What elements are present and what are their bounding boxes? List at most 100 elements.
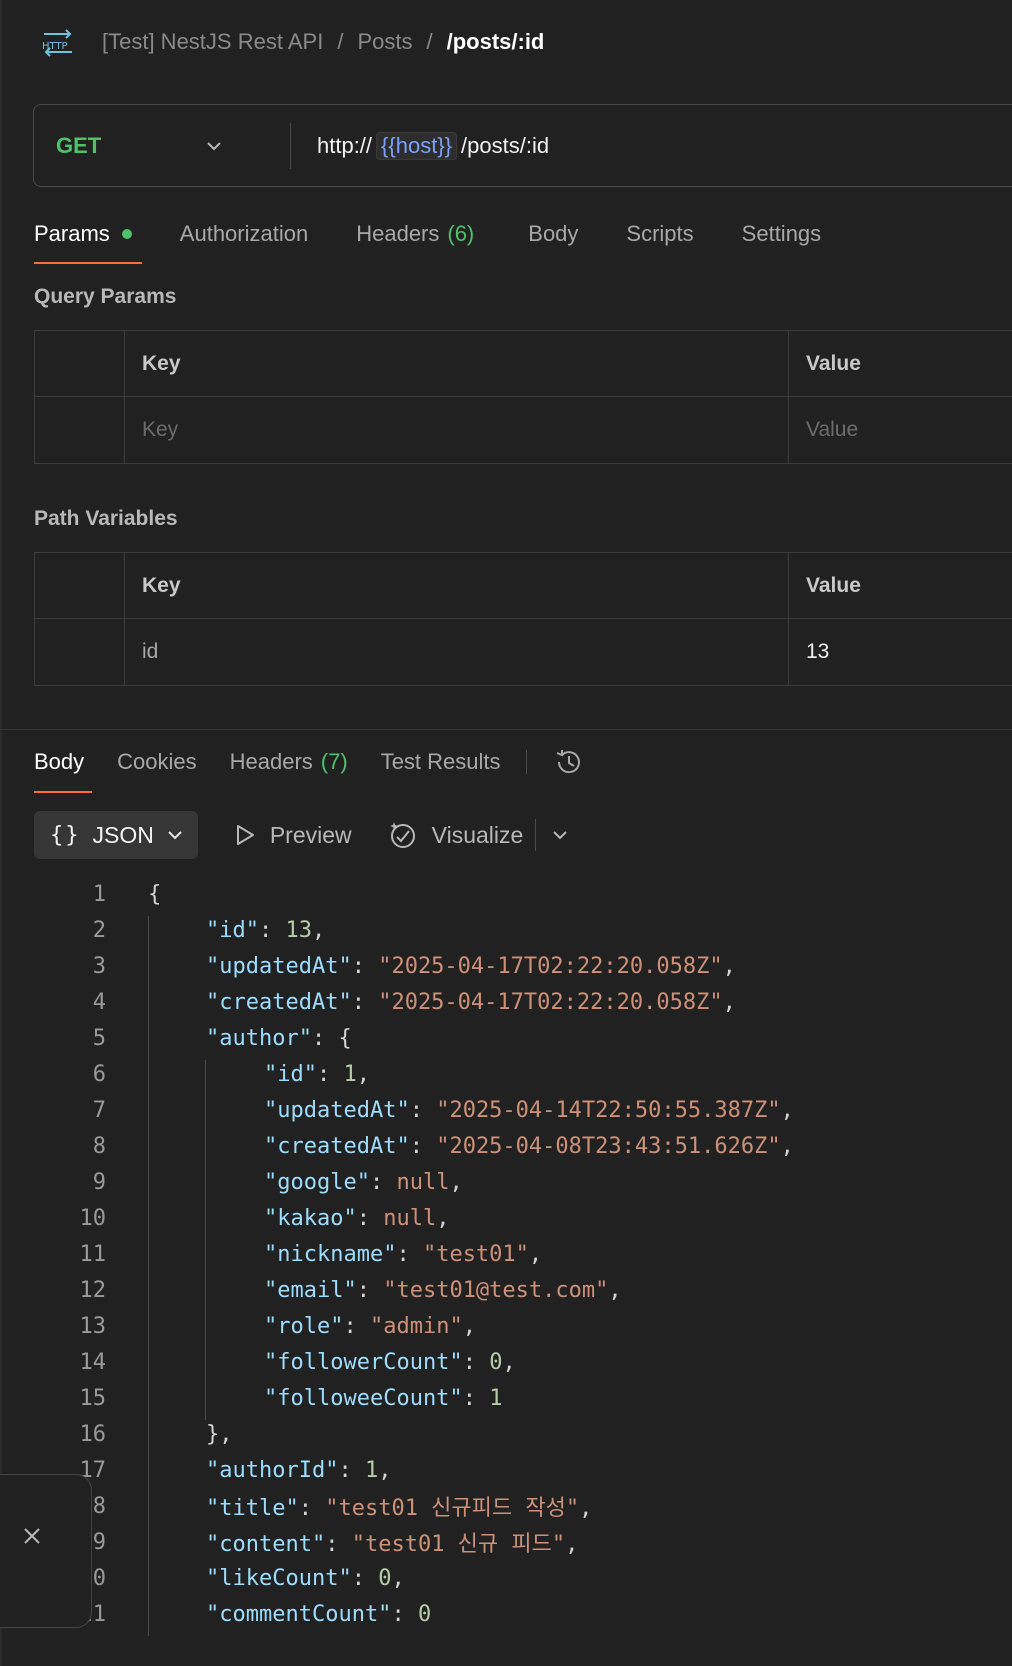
preview-button[interactable]: Preview xyxy=(234,822,352,849)
tab-body[interactable]: Body xyxy=(528,214,578,254)
code-token: "updatedAt" xyxy=(264,1097,410,1123)
code-token: , xyxy=(780,1097,794,1123)
code-text: "kakao": null, xyxy=(264,1206,449,1231)
code-token: : xyxy=(356,1277,384,1303)
method-select[interactable]: GET xyxy=(34,133,254,159)
url-input[interactable]: http:// {{host}} /posts/:id xyxy=(317,131,549,160)
code-token: 1 xyxy=(343,1061,357,1087)
tab-label: Body xyxy=(34,749,85,774)
code-token: 13 xyxy=(285,917,312,943)
code-token: "kakao" xyxy=(264,1205,357,1231)
code-line: 16}, xyxy=(0,1416,1012,1452)
code-text: "nickname": "test01", xyxy=(264,1242,542,1267)
chevron-down-icon[interactable] xyxy=(550,825,570,845)
code-token: : xyxy=(462,1349,490,1375)
indent-guide xyxy=(205,1060,206,1420)
code-line: 21 "commentCount": 0 xyxy=(0,1596,1012,1632)
value-header: Value xyxy=(806,351,861,375)
code-token: "likeCount" xyxy=(206,1565,352,1591)
code-token: : xyxy=(258,917,286,943)
value-input[interactable]: Value xyxy=(789,397,1012,463)
code-token: "2025-04-17T02:22:20.058Z" xyxy=(378,989,723,1015)
table-header-row: Key Value xyxy=(35,331,1012,397)
tab-response-body[interactable]: Body xyxy=(34,749,84,775)
history-icon[interactable] xyxy=(553,746,585,778)
code-token: : xyxy=(396,1241,423,1267)
code-token: "id" xyxy=(264,1061,317,1087)
code-token: "admin" xyxy=(369,1313,463,1339)
code-token: , xyxy=(436,1205,450,1231)
code-token: , xyxy=(502,1349,516,1375)
visualize-icon xyxy=(389,822,415,848)
code-text: "updatedAt": "2025-04-14T22:50:55.387Z", xyxy=(264,1098,794,1123)
format-toolbar: {} JSON Preview Visualize xyxy=(34,811,570,859)
close-icon[interactable] xyxy=(20,1524,44,1548)
toolbar-separator xyxy=(535,819,537,851)
code-token: , xyxy=(722,953,736,979)
code-token: "google" xyxy=(264,1169,370,1195)
tab-settings[interactable]: Settings xyxy=(742,214,822,254)
check-column xyxy=(35,553,125,618)
chevron-down-icon xyxy=(207,141,221,150)
code-token: : xyxy=(338,1457,365,1483)
code-text: "google": null, xyxy=(264,1170,463,1195)
tab-response-headers[interactable]: Headers (7) xyxy=(230,749,348,775)
path-variables-title: Path Variables xyxy=(34,507,178,530)
code-text: "id": 1, xyxy=(264,1062,370,1087)
key-input[interactable]: Key xyxy=(125,397,789,463)
code-token: , xyxy=(391,1565,405,1591)
table-row: id 13 xyxy=(35,619,1012,685)
code-line: 17 "authorId": 1, xyxy=(0,1452,1012,1488)
code-token: "nickname" xyxy=(264,1241,397,1267)
code-token: "2025-04-08T23:43:51.626Z" xyxy=(436,1133,781,1159)
code-text: "likeCount": 0, xyxy=(206,1566,405,1591)
tab-label: Headers xyxy=(356,221,440,246)
code-text: "updatedAt": "2025-04-17T02:22:20.058Z", xyxy=(206,954,736,979)
breadcrumb-folder[interactable]: Posts xyxy=(357,29,412,55)
visualize-button[interactable]: Visualize xyxy=(388,820,524,850)
response-tabs: Body Cookies Headers (7) Test Results xyxy=(34,742,585,782)
line-number: 14 xyxy=(79,1349,107,1375)
format-label: JSON xyxy=(92,821,154,848)
code-token: , xyxy=(608,1277,622,1303)
code-token: , xyxy=(356,1061,370,1087)
line-number: 2 xyxy=(92,917,106,943)
tab-label: Headers xyxy=(229,749,313,774)
indent-guide xyxy=(148,916,149,1636)
path-key: id xyxy=(125,619,789,685)
code-token: "2025-04-14T22:50:55.387Z" xyxy=(436,1097,781,1123)
code-text: "email": "test01@test.com", xyxy=(264,1278,622,1303)
code-token: { xyxy=(148,881,162,907)
code-token: , xyxy=(780,1133,794,1159)
code-text: "id": 13, xyxy=(206,918,325,943)
tab-params[interactable]: Params xyxy=(34,214,132,254)
code-text: "followeeCount": 1 xyxy=(264,1386,502,1411)
code-token: "content" xyxy=(206,1532,326,1557)
code-token: "id" xyxy=(206,917,259,943)
breadcrumb-current[interactable]: /posts/:id xyxy=(447,29,545,55)
row-checkbox[interactable] xyxy=(35,397,125,463)
code-line: 9 "google": null, xyxy=(0,1164,1012,1200)
tab-scripts[interactable]: Scripts xyxy=(626,214,693,254)
breadcrumb-collection[interactable]: [Test] NestJS Rest API xyxy=(102,29,323,55)
code-token: : xyxy=(298,1496,326,1521)
tab-headers[interactable]: Headers (6) xyxy=(356,214,474,254)
code-text: "title": "test01 신규피드 작성", xyxy=(206,1490,592,1522)
response-body-code[interactable]: 1{2 "id": 13, 3 "updatedAt": "2025-04-17T02… xyxy=(0,876,1012,1636)
url-variable[interactable]: {{host}} xyxy=(376,131,458,160)
tab-cookies[interactable]: Cookies xyxy=(117,749,196,775)
tab-authorization[interactable]: Authorization xyxy=(180,214,308,254)
code-line: 8 "createdAt": "2025-04-08T23:43:51.626Z"… xyxy=(0,1128,1012,1164)
row-checkbox xyxy=(35,619,125,685)
visualize-label: Visualize xyxy=(431,821,524,848)
format-select[interactable]: {} JSON xyxy=(34,811,198,859)
code-token: 0 xyxy=(417,1601,432,1627)
tab-test-results[interactable]: Test Results xyxy=(381,749,501,775)
panel-divider[interactable] xyxy=(0,729,1012,730)
path-value-input[interactable]: 13 xyxy=(789,619,1012,685)
code-token: "authorId" xyxy=(206,1457,339,1483)
code-token: , xyxy=(378,1457,392,1483)
code-token: , xyxy=(722,989,736,1015)
code-token: "role" xyxy=(264,1313,344,1339)
active-tab-indicator xyxy=(34,262,142,264)
